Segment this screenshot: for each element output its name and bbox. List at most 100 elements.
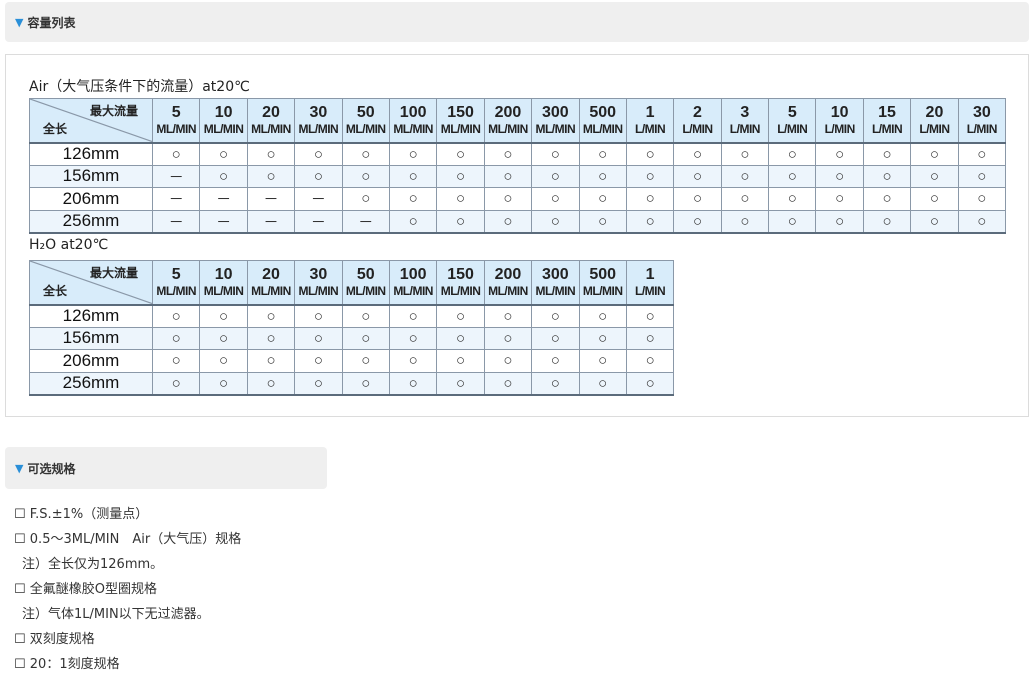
flow-column-header: 200 ML/MIN [483, 260, 533, 306]
availability-cell: ○ [436, 371, 485, 396]
availability-cell: ○ [246, 164, 296, 188]
availability-cell: ○ [246, 304, 296, 328]
availability-cell: ○ [957, 164, 1007, 188]
options-section-title: 可选规格 [27, 461, 76, 476]
availability-cell: － [294, 209, 343, 234]
availability-cell: ○ [862, 187, 912, 211]
flow-column-header: 30 L/MIN [957, 98, 1007, 144]
availability-cell: ○ [957, 209, 1007, 234]
availability-cell: ○ [957, 187, 1007, 211]
flow-unit: ML/MIN [345, 122, 386, 137]
availability-cell: ○ [531, 349, 580, 373]
availability-cell: ○ [578, 304, 627, 328]
availability-cell: ○ [341, 371, 390, 396]
flow-unit: L/MIN [871, 122, 903, 137]
availability-cell: ○ [531, 142, 580, 166]
availability-cell: ○ [815, 187, 864, 211]
option-item: ☐ 双刻度规格 [14, 632, 95, 647]
options-section-header[interactable]: ▼ 可选规格 [5, 447, 327, 489]
flow-column-header: 5 ML/MIN [151, 260, 201, 306]
flow-value: 100 [399, 104, 427, 122]
flow-unit: ML/MIN [203, 122, 244, 137]
flow-value: 20 [925, 104, 944, 122]
flow-value: 5 [787, 104, 797, 122]
availability-cell: ○ [151, 142, 201, 166]
availability-cell: ○ [246, 142, 296, 166]
triangle-down-icon: ▼ [15, 461, 24, 475]
flow-value: 15 [878, 104, 896, 122]
flow-unit: ML/MIN [156, 284, 197, 299]
availability-cell: ○ [436, 349, 485, 373]
availability-cell: ○ [531, 371, 580, 396]
flow-value: 30 [309, 266, 328, 284]
flow-column-header: 3 L/MIN [720, 98, 770, 144]
flow-unit: ML/MIN [345, 284, 386, 299]
availability-cell: ○ [388, 164, 438, 188]
flow-value: 3 [740, 104, 750, 122]
availability-cell: ○ [625, 142, 675, 166]
flow-value: 150 [447, 104, 474, 122]
availability-cell: － [199, 187, 248, 211]
flow-column-header: 300 ML/MIN [531, 260, 580, 306]
availability-cell: ○ [199, 371, 248, 396]
row-length-label: 256mm [29, 371, 153, 396]
availability-cell: ○ [673, 209, 722, 234]
option-item: ☐ F.S.±1%（测量点） [14, 507, 149, 522]
max-flow-label: 最大流量 [89, 266, 138, 280]
option-item: ☐ 全氟醚橡胶O型圈规格 [14, 582, 158, 597]
flow-unit: ML/MIN [251, 284, 291, 299]
flow-column-header: 2 L/MIN [673, 98, 722, 144]
flow-value: 300 [541, 104, 569, 122]
flow-column-header: 15 L/MIN [862, 98, 912, 144]
flow-unit: ML/MIN [440, 122, 481, 137]
row-length-label: 126mm [29, 142, 153, 166]
flow-value: 30 [972, 104, 991, 122]
flow-unit: ML/MIN [251, 122, 291, 137]
availability-cell: － [151, 164, 201, 188]
flow-value: 500 [589, 266, 617, 284]
availability-cell: ○ [625, 164, 675, 188]
row-length-label: 156mm [29, 164, 153, 188]
availability-cell: ○ [483, 326, 533, 350]
flow-value: 100 [399, 266, 427, 284]
availability-cell: ○ [957, 142, 1007, 166]
availability-cell: ○ [294, 304, 343, 328]
flow-unit: ML/MIN [393, 284, 433, 299]
availability-cell: ○ [199, 304, 248, 328]
availability-cell: ○ [199, 142, 248, 166]
table-row: 206mm ○ ○ ○ ○ ○ ○ ○ ○ ○ ○ ○ [29, 349, 675, 373]
availability-cell: ○ [388, 326, 438, 350]
availability-cell: ○ [294, 349, 343, 373]
capacity-section-title: 容量列表 [27, 15, 76, 30]
availability-cell: ○ [388, 304, 438, 328]
capacity-section-header[interactable]: ▼ 容量列表 [5, 2, 1029, 42]
availability-cell: ○ [625, 187, 675, 211]
table-row: 156mm ○ ○ ○ ○ ○ ○ ○ ○ ○ ○ ○ [29, 326, 675, 350]
flow-column-header: 20 L/MIN [910, 98, 959, 144]
availability-cell: ○ [436, 164, 485, 188]
length-label: 全长 [43, 283, 68, 298]
flow-value: 200 [494, 104, 522, 122]
flow-unit: L/MIN [729, 122, 761, 137]
flow-unit: ML/MIN [393, 122, 433, 137]
flow-unit: L/MIN [824, 122, 856, 137]
flow-column-header: 500 ML/MIN [578, 98, 627, 144]
flow-column-header: 50 ML/MIN [341, 260, 390, 306]
availability-cell: － [151, 209, 201, 234]
flow-column-header: 20 ML/MIN [246, 98, 296, 144]
table-row: 156mm － ○ ○ ○ ○ ○ ○ ○ ○ ○ ○ ○ ○ ○ ○ ○ ○ ○ [29, 164, 1007, 188]
flow-column-header: 10 ML/MIN [199, 260, 248, 306]
availability-cell: ○ [246, 371, 296, 396]
availability-cell: ○ [388, 187, 438, 211]
flow-value: 200 [494, 266, 522, 284]
flow-column-header: 10 ML/MIN [199, 98, 248, 144]
flow-unit: ML/MIN [535, 284, 576, 299]
air-table-title: Air（大气压条件下的流量）at20℃ [29, 79, 250, 95]
flow-column-header: 30 ML/MIN [294, 260, 343, 306]
availability-cell: ○ [483, 371, 533, 396]
availability-cell: ○ [862, 164, 912, 188]
flow-value: 50 [356, 266, 375, 284]
flow-value: 300 [541, 266, 569, 284]
flow-value: 30 [309, 104, 328, 122]
availability-cell: ○ [578, 164, 627, 188]
